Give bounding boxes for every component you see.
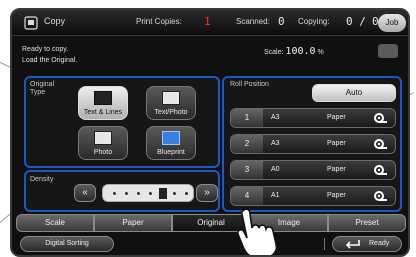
scale-label: Scale:	[264, 49, 284, 56]
density-tick	[125, 192, 128, 195]
roll-row-4[interactable]: 4 A1 Paper	[230, 186, 396, 206]
roll-position-label: Roll Position	[230, 81, 269, 88]
tab-scale[interactable]: Scale	[16, 214, 94, 232]
divider	[324, 238, 325, 250]
density-tick	[137, 192, 140, 195]
roll-media-type: Paper	[327, 192, 346, 199]
copy-screen: Copy Print Copies: 1 Scanned: 0 Copying:…	[10, 8, 410, 257]
density-thumb[interactable]	[159, 188, 167, 199]
original-text-lines-button[interactable]: Text & Lines	[78, 86, 128, 120]
roll-row-1[interactable]: 1 A3 Paper	[230, 108, 396, 128]
roll-media-type: Paper	[327, 166, 346, 173]
roll-size: A1	[271, 192, 280, 199]
mode-title: Copy	[44, 16, 66, 26]
function-tabs: Scale Paper Original Image Preset	[16, 214, 406, 232]
scanned-value: 0	[278, 15, 285, 28]
original-option-label: Blueprint	[157, 149, 185, 156]
original-option-label: Text & Lines	[83, 109, 123, 116]
roll-size: A0	[271, 166, 280, 173]
paper-roll-icon	[374, 139, 387, 149]
paper-roll-icon	[374, 165, 387, 175]
scale-unit: %	[317, 49, 324, 56]
text-photo-icon	[162, 91, 180, 105]
auto-roll-button[interactable]: Auto	[312, 84, 396, 102]
copying-value: 0 /	[346, 15, 366, 28]
density-slider[interactable]	[102, 184, 194, 202]
copy-icon	[24, 16, 38, 30]
roll-media-type: Paper	[327, 114, 346, 121]
roll-size: A3	[271, 114, 280, 121]
photo-icon	[94, 131, 112, 145]
density-decrease-button[interactable]: «	[74, 184, 96, 202]
original-type-label-2: Type	[30, 89, 46, 96]
digital-sorting-button[interactable]: Digital Sorting	[20, 236, 114, 252]
ready-button[interactable]: Ready	[332, 236, 402, 252]
scale-indicator: Scale: 100.0 %	[264, 46, 324, 57]
blueprint-icon	[162, 131, 180, 145]
original-blueprint-button[interactable]: Blueprint	[146, 126, 196, 160]
roll-number: 1	[231, 109, 263, 127]
roll-number: 3	[231, 161, 263, 179]
print-copies-value: 1	[204, 15, 211, 28]
density-tick	[113, 192, 116, 195]
scanned-label: Scanned:	[236, 17, 270, 26]
status-message-1: Ready to copy.	[22, 46, 69, 53]
paper-roll-icon	[374, 191, 387, 201]
original-option-label: Photo	[93, 149, 113, 156]
roll-number: 2	[231, 135, 263, 153]
density-increase-button[interactable]: »	[196, 184, 218, 202]
density-tick	[185, 192, 188, 195]
copying-label: Copying:	[298, 17, 330, 26]
touch-hand-icon	[237, 208, 278, 255]
density-label: Density	[30, 176, 54, 183]
paper-roll-icon	[374, 113, 387, 123]
print-copies-label: Print Copies:	[136, 17, 182, 26]
density-panel: Density « »	[24, 170, 220, 212]
original-option-label: Text/Photo	[154, 109, 188, 116]
status-bar: Copy Print Copies: 1 Scanned: 0 Copying:…	[12, 10, 408, 36]
return-arrow-icon	[345, 240, 360, 249]
ready-label: Ready	[369, 240, 390, 247]
scale-value: 100.0	[285, 46, 316, 57]
job-button[interactable]: Job	[378, 14, 406, 32]
text-lines-icon	[94, 91, 112, 105]
original-text-photo-button[interactable]: Text/Photo	[146, 86, 196, 120]
roll-size: A3	[271, 140, 280, 147]
roll-position-panel: Roll Position Auto 1 A3 Paper 2 A3 Paper…	[222, 76, 402, 212]
density-tick	[173, 192, 176, 195]
density-tick	[149, 192, 152, 195]
preview-icon	[378, 44, 398, 58]
roll-row-2[interactable]: 2 A3 Paper	[230, 134, 396, 154]
roll-number: 4	[231, 187, 263, 205]
tab-preset[interactable]: Preset	[328, 214, 406, 232]
roll-row-3[interactable]: 3 A0 Paper	[230, 160, 396, 180]
tab-paper[interactable]: Paper	[94, 214, 172, 232]
original-type-label-1: Original	[30, 81, 55, 88]
roll-media-type: Paper	[327, 140, 346, 147]
status-message-2: Load the Original.	[22, 57, 78, 64]
original-type-panel: Original Type Text & Lines Text/Photo Ph…	[24, 76, 220, 168]
original-photo-button[interactable]: Photo	[78, 126, 128, 160]
